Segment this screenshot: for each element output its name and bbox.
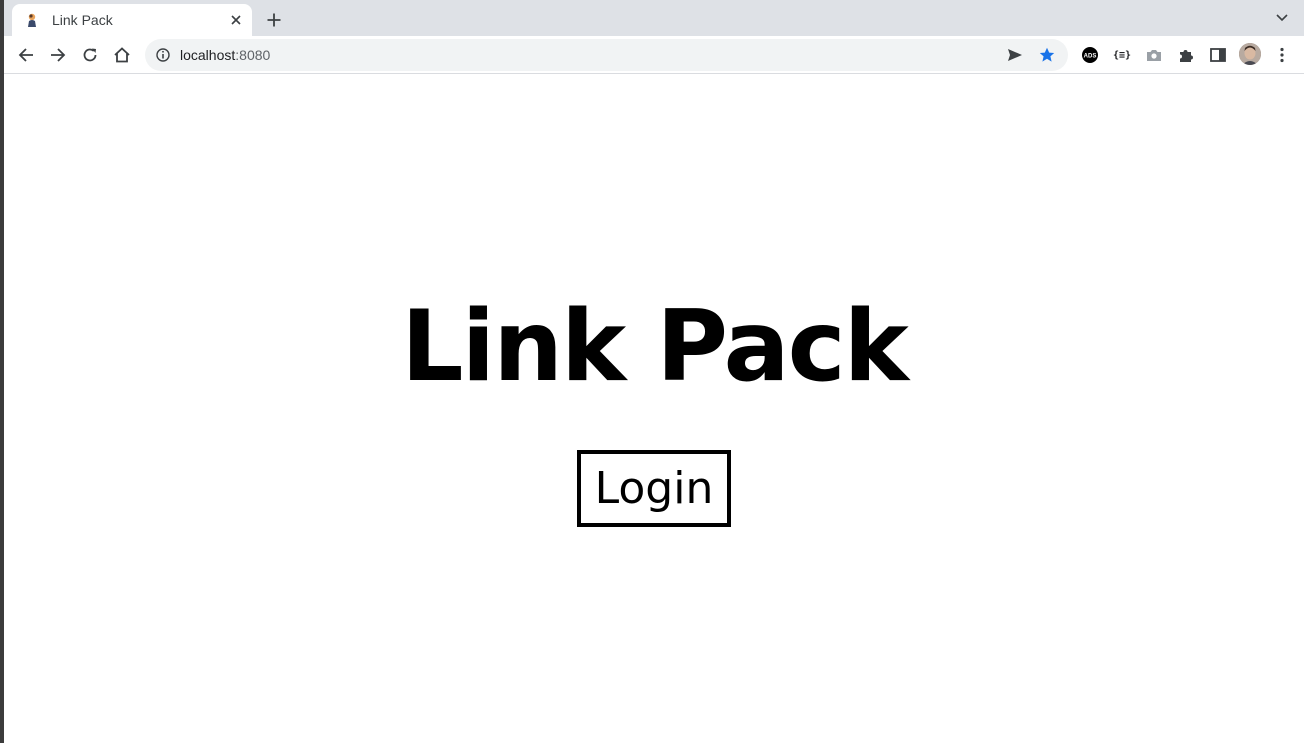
plus-icon[interactable] xyxy=(262,8,286,32)
url-host: localhost xyxy=(180,47,236,63)
send-tab-icon[interactable] xyxy=(1004,44,1026,66)
side-panel-icon[interactable] xyxy=(1206,43,1230,67)
close-icon[interactable] xyxy=(226,10,246,30)
app-favicon-icon xyxy=(24,12,40,28)
star-filled-icon[interactable] xyxy=(1036,44,1058,66)
page-content: Link Pack Login xyxy=(4,75,1304,743)
ads-extension-icon[interactable]: ADS xyxy=(1078,43,1102,67)
url-text[interactable]: localhost:8080 xyxy=(180,47,1004,63)
page-title: Link Pack xyxy=(401,290,909,404)
browser-window: Link Pack localhost:8080 ADS {≡} Link Pa… xyxy=(0,0,1304,743)
tab-link-pack[interactable]: Link Pack xyxy=(12,4,252,36)
ads-extension-label: ADS xyxy=(1084,54,1097,60)
json-extension-label: {≡} xyxy=(1112,49,1132,61)
camera-icon[interactable] xyxy=(1142,43,1166,67)
address-bar[interactable]: localhost:8080 xyxy=(145,39,1068,71)
reload-icon[interactable] xyxy=(78,43,102,67)
arrow-back-icon[interactable] xyxy=(14,43,38,67)
login-button[interactable]: Login xyxy=(577,450,731,527)
info-icon[interactable] xyxy=(155,47,171,63)
home-icon[interactable] xyxy=(110,43,134,67)
tab-strip: Link Pack xyxy=(4,0,1304,36)
avatar[interactable] xyxy=(1239,43,1261,65)
arrow-forward-icon[interactable] xyxy=(46,43,70,67)
more-menu-icon[interactable] xyxy=(1270,43,1294,67)
tab-title: Link Pack xyxy=(52,12,113,28)
json-extension-icon[interactable]: {≡} xyxy=(1110,43,1134,67)
puzzle-icon[interactable] xyxy=(1174,43,1198,67)
browser-toolbar: localhost:8080 ADS {≡} xyxy=(4,36,1304,74)
url-port: :8080 xyxy=(235,47,271,63)
chevron-down-icon[interactable] xyxy=(1272,8,1292,28)
